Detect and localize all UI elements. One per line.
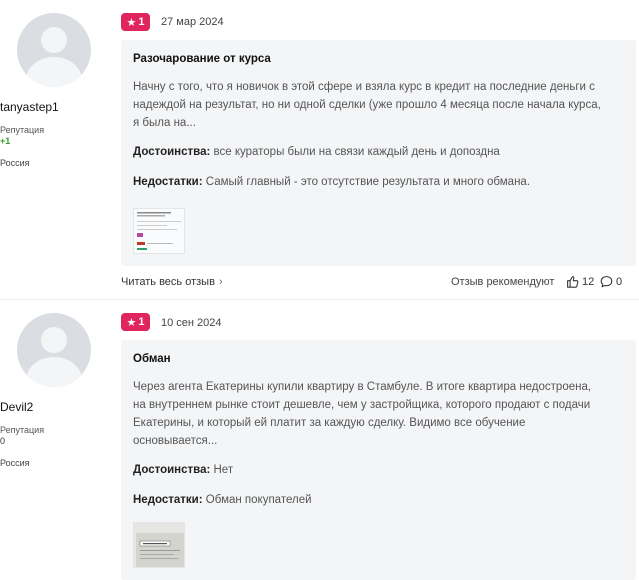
cons-text: Самый главный - это отсутствие результат… <box>205 176 531 188</box>
cons-label: Недостатки: <box>133 494 203 506</box>
pros-label: Достоинства: <box>133 146 211 158</box>
rating-value: 1 <box>138 16 145 28</box>
username-link[interactable]: Devil2 <box>0 400 108 414</box>
like-button[interactable]: 12 <box>566 275 594 288</box>
reputation-label: Репутация <box>0 425 45 435</box>
review-pros: Достоинства: Нет <box>133 464 233 476</box>
pros-label: Достоинства: <box>133 464 211 476</box>
avatar[interactable] <box>17 13 91 87</box>
reputation-value: +1 <box>0 136 11 146</box>
rating-badge: ★ 1 <box>121 13 150 31</box>
review-content: Разочарование от курса Начну с того, что… <box>121 40 636 266</box>
review-date: 27 мар 2024 <box>161 16 224 28</box>
username-link[interactable]: tanyastep1 <box>0 100 108 114</box>
user-country: Россия <box>0 158 30 168</box>
read-full-review-label: Читать весь отзыв <box>121 276 215 288</box>
review-text: Через агента Екатерины купили квартиру в… <box>133 381 592 447</box>
comments-count: 0 <box>616 275 623 288</box>
review-date: 10 сен 2024 <box>161 317 222 329</box>
recommend-label: Отзыв рекомендуют <box>451 276 555 288</box>
chevron-right-icon: › <box>218 276 223 288</box>
pros-text: все кураторы были на связи каждый день и… <box>213 146 500 158</box>
rating-badge: ★ 1 <box>121 313 150 331</box>
rating-value: 1 <box>138 316 145 328</box>
cons-text: Обман покупателей <box>205 494 312 506</box>
review-card: tanyastep1 Репутация +1 Россия ★ 1 27 ма… <box>0 0 639 300</box>
review-text: Начну с того, что я новичок в этой сфере… <box>133 81 601 129</box>
thumbs-up-icon <box>567 276 579 288</box>
read-full-review-link[interactable]: Читать весь отзыв › <box>121 276 223 288</box>
review-pros: Достоинства: все кураторы были на связи … <box>133 146 500 158</box>
comment-icon <box>600 276 613 288</box>
star-icon: ★ <box>126 316 137 329</box>
comments-button[interactable]: 0 <box>600 275 622 288</box>
avatar[interactable] <box>17 313 91 387</box>
user-country: Россия <box>0 458 30 468</box>
review-title[interactable]: Обман <box>133 353 171 365</box>
pros-text: Нет <box>213 464 234 476</box>
likes-count: 12 <box>582 275 595 288</box>
review-cons: Недостатки: Самый главный - это отсутств… <box>133 176 530 188</box>
review-photo-thumbnail[interactable] <box>133 522 185 568</box>
review-title[interactable]: Разочарование от курса <box>133 53 271 65</box>
reputation-label: Репутация <box>0 125 45 135</box>
review-card: Devil2 Репутация 0 Россия ★ 1 10 сен 202… <box>0 300 639 580</box>
review-footer: Читать весь отзыв › Отзыв рекомендуют 12 … <box>121 276 626 290</box>
review-cons: Недостатки: Обман покупателей <box>133 494 312 506</box>
reputation-value: 0 <box>0 436 6 446</box>
star-icon: ★ <box>126 16 137 29</box>
review-photo-thumbnail[interactable] <box>133 208 185 254</box>
review-content: Обман Через агента Екатерины купили квар… <box>121 340 636 580</box>
cons-label: Недостатки: <box>133 176 203 188</box>
